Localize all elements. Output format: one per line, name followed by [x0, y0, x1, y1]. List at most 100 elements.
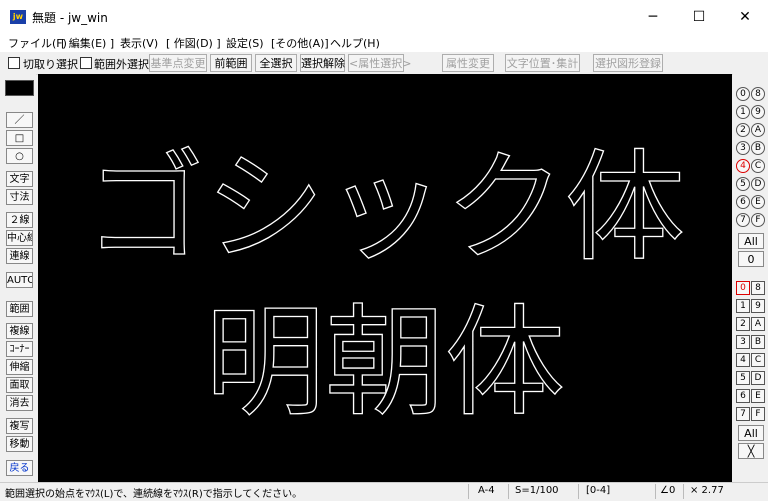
line-color-swatch[interactable] — [5, 80, 34, 96]
range-tool-button[interactable]: 範囲 — [6, 301, 33, 317]
layer-button[interactable]: 5 — [736, 371, 750, 385]
deselect-button[interactable]: 選択解除 — [300, 54, 345, 72]
paper-size[interactable]: A-4 — [478, 485, 495, 496]
menu-help[interactable]: ヘルプ(H) — [330, 35, 380, 51]
status-separator — [683, 484, 684, 499]
layer-button[interactable]: 9 — [751, 299, 765, 313]
select-all-button[interactable]: 全選択 — [255, 54, 297, 72]
layer-group-button[interactable]: 3 — [736, 141, 750, 155]
circle-tool-button[interactable]: ○ — [6, 148, 33, 164]
corner-tool-button[interactable]: ｺｰﾅｰ — [6, 341, 33, 357]
undo-button[interactable]: 戻る — [6, 460, 33, 476]
attr-change-button[interactable]: 属性変更 — [442, 54, 494, 72]
crop-select-checkbox[interactable] — [8, 57, 20, 69]
layer-group-button[interactable]: 5 — [736, 177, 750, 191]
layer-button[interactable]: 2 — [736, 317, 750, 331]
layer-group-button[interactable]: E — [751, 195, 765, 209]
close-button[interactable]: ✕ — [722, 0, 768, 34]
status-message: 範囲選択の始点をﾏｳｽ(L)で、連続線をﾏｳｽ(R)で指示してください。 — [5, 489, 303, 500]
drawing-svg: ゴシック体 明朝体 — [84, 138, 685, 433]
menu-file[interactable]: ファイル(F) — [8, 35, 67, 51]
zoom-display[interactable]: × 2.77 — [690, 485, 724, 496]
layer-button[interactable]: 7 — [736, 407, 750, 421]
layer-x-button[interactable]: ╳ — [738, 443, 764, 459]
layer-group-button[interactable]: 6 — [736, 195, 750, 209]
layer-button[interactable]: 6 — [736, 389, 750, 403]
layer-group-button[interactable]: D — [751, 177, 765, 191]
layer-group-button[interactable]: 2 — [736, 123, 750, 137]
scale-display[interactable]: S=1/100 — [515, 485, 559, 496]
connect-line-tool-button[interactable]: 連線 — [6, 248, 33, 264]
layer-button[interactable]: 8 — [751, 281, 765, 295]
chamfer-tool-button[interactable]: 面取 — [6, 377, 33, 393]
drawing-canvas[interactable]: ゴシック体 明朝体 — [38, 74, 732, 482]
menu-other[interactable]: [その他(A)] — [271, 35, 329, 51]
minimize-button[interactable]: ─ — [630, 0, 676, 34]
layer-group-button[interactable]: 0 — [736, 87, 750, 101]
layer-button[interactable]: D — [751, 371, 765, 385]
rectangle-tool-button[interactable]: □ — [6, 130, 33, 146]
erase-tool-button[interactable]: 消去 — [6, 395, 33, 411]
app-icon[interactable]: jw — [10, 10, 26, 24]
register-shape-button[interactable]: 選択図形登録 — [593, 54, 663, 72]
layer-panel: 08192A3B4C5D6E7F All 0 08192A3B4C5D6E7F … — [733, 74, 768, 482]
extend-tool-button[interactable]: 伸縮 — [6, 359, 33, 375]
status-separator — [655, 484, 656, 499]
copy-tool-button[interactable]: 複写 — [6, 418, 33, 434]
layer-button[interactable]: 4 — [736, 353, 750, 367]
layer-button[interactable]: F — [751, 407, 765, 421]
line-tool-button[interactable]: ／ — [6, 112, 33, 128]
current-layer-group-indicator: 0 — [738, 251, 764, 267]
layer-group-all-button[interactable]: All — [738, 233, 764, 249]
menu-view[interactable]: 表示(V) — [120, 35, 158, 51]
gothic-text: ゴシック体 — [85, 139, 685, 278]
crop-select-label: 切取り選択 — [23, 58, 78, 71]
auto-tool-button[interactable]: AUTO — [6, 272, 33, 288]
layer-display[interactable]: [0-4] — [586, 485, 610, 496]
dimension-tool-button[interactable]: 寸法 — [6, 189, 33, 205]
layer-group-button[interactable]: B — [751, 141, 765, 155]
layer-button[interactable]: C — [751, 353, 765, 367]
layer-button[interactable]: B — [751, 335, 765, 349]
menu-draw[interactable]: [ 作図(D) ] — [166, 35, 221, 51]
layer-button[interactable]: 0 — [736, 281, 750, 295]
angle-display[interactable]: ∠0 — [660, 485, 675, 496]
layer-button[interactable]: E — [751, 389, 765, 403]
outside-select-checkbox[interactable] — [80, 57, 92, 69]
status-bar: 範囲選択の始点をﾏｳｽ(L)で、連続線をﾏｳｽ(R)で指示してください。 A-4… — [0, 482, 768, 501]
maximize-button[interactable]: ☐ — [676, 0, 722, 34]
layer-group-button[interactable]: F — [751, 213, 765, 227]
status-separator — [578, 484, 579, 499]
toolbar: 切取り選択 範囲外選択 基準点変更 前範囲 全選択 選択解除 <属性選択> 属性… — [0, 52, 768, 75]
attr-select-button[interactable]: <属性選択> — [348, 54, 411, 72]
layer-group-button[interactable]: A — [751, 123, 765, 137]
menu-edit[interactable]: [ 編集(E) ] — [61, 35, 114, 51]
left-toolbar: ／ □ ○ 文字 寸法 ２線 中心線 連線 AUTO 範囲 複線 ｺｰﾅｰ 伸縮… — [0, 74, 36, 482]
layer-button[interactable]: 1 — [736, 299, 750, 313]
menu-settings[interactable]: 設定(S) — [226, 35, 264, 51]
center-line-tool-button[interactable]: 中心線 — [6, 230, 33, 246]
layer-all-button[interactable]: All — [738, 425, 764, 441]
outside-select-label: 範囲外選択 — [94, 58, 149, 71]
layer-group-button[interactable]: C — [751, 159, 765, 173]
layer-group-button[interactable]: 4 — [736, 159, 750, 173]
layer-group-button[interactable]: 8 — [751, 87, 765, 101]
layer-button[interactable]: A — [751, 317, 765, 331]
mincho-text: 明朝体 — [205, 294, 565, 433]
double-line-tool-button[interactable]: ２線 — [6, 212, 33, 228]
status-separator — [508, 484, 509, 499]
layer-button[interactable]: 3 — [736, 335, 750, 349]
layer-group-button[interactable]: 7 — [736, 213, 750, 227]
layer-group-button[interactable]: 1 — [736, 105, 750, 119]
menu-bar: ファイル(F) [ 編集(E) ] 表示(V) [ 作図(D) ] 設定(S) … — [0, 34, 768, 52]
text-tool-button[interactable]: 文字 — [6, 171, 33, 187]
title-bar: jw 無題 - jw_win ─ ☐ ✕ — [0, 0, 768, 34]
prev-range-button[interactable]: 前範囲 — [210, 54, 252, 72]
base-change-button[interactable]: 基準点変更 — [149, 54, 207, 72]
status-separator — [468, 484, 469, 499]
layer-group-button[interactable]: 9 — [751, 105, 765, 119]
window-title: 無題 - jw_win — [32, 11, 108, 25]
text-position-button[interactable]: 文字位置･集計 — [505, 54, 580, 72]
move-tool-button[interactable]: 移動 — [6, 436, 33, 452]
parallel-line-tool-button[interactable]: 複線 — [6, 323, 33, 339]
